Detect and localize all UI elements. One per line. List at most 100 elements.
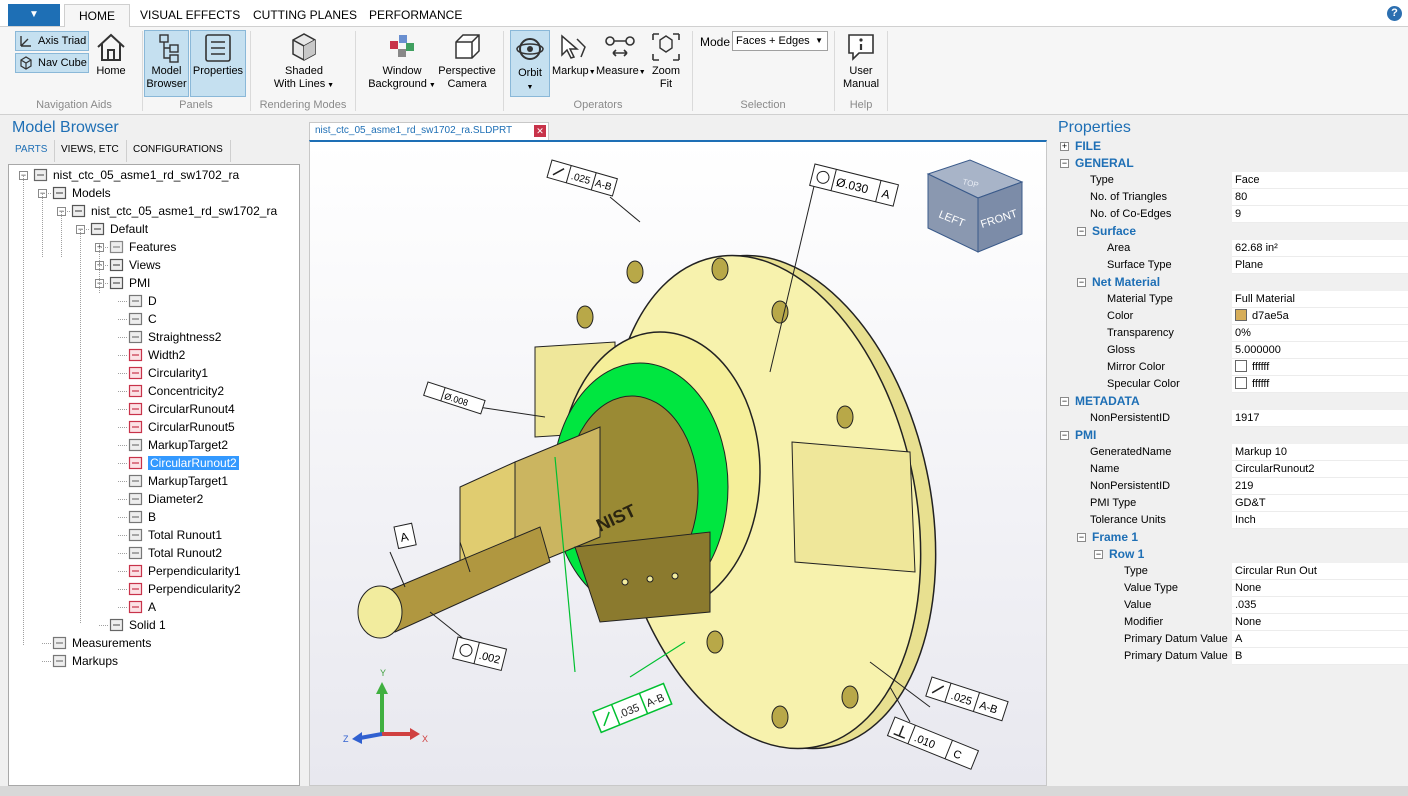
property-value[interactable]: 0% xyxy=(1232,325,1408,342)
document-tab[interactable]: nist_ctc_05_asme1_rd_sw1702_ra.SLDPRT ✕ xyxy=(309,122,549,140)
3d-viewport[interactable]: NIST .025 A-B Ø.030 A Ø.008 A .002 .035 … xyxy=(309,140,1047,786)
property-section[interactable]: − METADATA xyxy=(1055,393,1408,410)
nav-cube[interactable]: TOP LEFT FRONT xyxy=(926,159,1024,253)
property-value[interactable]: d7ae5a xyxy=(1232,308,1408,325)
model-browser-button[interactable]: Model Browser xyxy=(144,30,189,97)
collapse-icon[interactable]: − xyxy=(1077,227,1086,236)
property-value[interactable]: B xyxy=(1232,648,1408,665)
tree-node[interactable]: CircularRunout2 xyxy=(128,454,239,472)
selection-mode-dropdown[interactable]: Faces + Edges ▼ xyxy=(732,31,828,51)
expand-icon[interactable]: + xyxy=(1060,142,1069,151)
property-section[interactable]: − GENERAL xyxy=(1055,155,1408,172)
tab-visual-effects[interactable]: VISUAL EFFECTS xyxy=(126,4,254,28)
tree-node[interactable]: Markups xyxy=(52,652,118,670)
property-value[interactable]: .035 xyxy=(1232,597,1408,614)
close-icon[interactable]: ✕ xyxy=(534,125,546,137)
help-icon[interactable]: ? xyxy=(1387,6,1402,21)
fcf-circularity[interactable]: .002 xyxy=(452,636,508,672)
tree-node[interactable]: Straightness2 xyxy=(128,328,221,346)
window-background-button[interactable]: Window Background ▼ xyxy=(368,31,436,92)
tab-home[interactable]: HOME xyxy=(64,4,130,28)
tree-node[interactable]: Perpendicularity1 xyxy=(128,562,241,580)
orbit-button[interactable]: Orbit ▼ xyxy=(510,30,550,97)
property-value[interactable]: Circular Run Out xyxy=(1232,563,1408,580)
tree-node[interactable]: Concentricity2 xyxy=(128,382,224,400)
tab-performance[interactable]: PERFORMANCE xyxy=(355,4,476,28)
property-value[interactable]: GD&T xyxy=(1232,495,1408,512)
property-section[interactable]: + FILE xyxy=(1055,138,1408,155)
fcf-perpendicularity[interactable]: .010 C xyxy=(886,716,980,770)
property-value[interactable]: ffffff xyxy=(1232,376,1408,393)
collapse-icon[interactable]: − xyxy=(1060,397,1069,406)
tree-node[interactable]: C xyxy=(128,310,157,328)
property-section[interactable]: − PMI xyxy=(1055,427,1408,444)
property-section[interactable]: − Frame 1 xyxy=(1055,529,1408,546)
tree-node[interactable]: PMI xyxy=(109,274,150,292)
app-menu-button[interactable]: ▼ xyxy=(8,4,60,26)
tree-node[interactable]: D xyxy=(128,292,157,310)
property-section[interactable]: − Net Material xyxy=(1055,274,1408,291)
tree-node[interactable]: Views xyxy=(109,256,161,274)
tree-node[interactable]: MarkupTarget1 xyxy=(128,472,228,490)
tree-node[interactable]: nist_ctc_05_asme1_rd_sw1702_ra xyxy=(33,166,239,184)
tab-cutting-planes[interactable]: CUTTING PLANES xyxy=(239,4,371,28)
fcf-top-left[interactable]: .025 A-B xyxy=(546,159,618,197)
tab-parts[interactable]: PARTS xyxy=(8,140,56,162)
model-canvas[interactable]: NIST .025 A-B Ø.030 A Ø.008 A .002 .035 … xyxy=(310,142,1047,786)
property-value[interactable]: 9 xyxy=(1232,206,1408,223)
collapse-icon[interactable]: − xyxy=(1077,278,1086,287)
shaded-with-lines-button[interactable]: Shaded With Lines ▼ xyxy=(266,31,342,92)
fcf-straightness[interactable]: Ø.008 xyxy=(423,381,486,415)
property-section[interactable]: − Row 1 xyxy=(1055,546,1408,563)
fcf-top-diameter[interactable]: Ø.030 A xyxy=(809,163,900,207)
tree-node[interactable]: B xyxy=(128,508,156,526)
property-value[interactable]: CircularRunout2 xyxy=(1232,461,1408,478)
home-button[interactable]: Home xyxy=(93,31,129,78)
markup-button[interactable]: Markup▼ xyxy=(552,31,596,79)
tree-node[interactable]: CircularRunout4 xyxy=(128,400,235,418)
collapse-icon[interactable]: − xyxy=(1094,550,1103,559)
property-value[interactable]: None xyxy=(1232,580,1408,597)
property-value[interactable]: Markup 10 xyxy=(1232,444,1408,461)
tree-node[interactable]: Features xyxy=(109,238,176,256)
property-value[interactable]: ffffff xyxy=(1232,359,1408,376)
property-value[interactable]: 5.000000 xyxy=(1232,342,1408,359)
axis-triad-button[interactable]: Axis Triad xyxy=(15,31,89,51)
perspective-camera-button[interactable]: Perspective Camera xyxy=(436,31,498,91)
collapse-icon[interactable]: − xyxy=(1060,431,1069,440)
properties-button[interactable]: Properties xyxy=(190,30,246,97)
property-value[interactable]: 219 xyxy=(1232,478,1408,495)
tree-node[interactable]: Models xyxy=(52,184,111,202)
tree-node[interactable]: MarkupTarget2 xyxy=(128,436,228,454)
property-section[interactable]: − Surface xyxy=(1055,223,1408,240)
user-manual-button[interactable]: User Manual xyxy=(838,31,884,91)
tree-node[interactable]: Circularity1 xyxy=(128,364,208,382)
tree-node[interactable]: Width2 xyxy=(128,346,185,364)
tree-node[interactable]: A xyxy=(128,598,156,616)
tree-node[interactable]: CircularRunout5 xyxy=(128,418,235,436)
tree-node[interactable]: nist_ctc_05_asme1_rd_sw1702_ra xyxy=(71,202,277,220)
collapse-icon[interactable]: − xyxy=(1077,533,1086,542)
tree-node[interactable]: Default xyxy=(90,220,148,238)
fcf-circular-runout-selected[interactable]: .035 A-B xyxy=(592,682,673,734)
measure-button[interactable]: Measure▼ xyxy=(596,31,646,79)
property-value[interactable]: 80 xyxy=(1232,189,1408,206)
tree-node[interactable]: Perpendicularity2 xyxy=(128,580,241,598)
fcf-right[interactable]: .025 A-B xyxy=(925,676,1009,722)
datum-a-flag[interactable]: A xyxy=(393,522,417,550)
zoom-fit-button[interactable]: Zoom Fit xyxy=(646,31,686,91)
property-value[interactable]: A xyxy=(1232,631,1408,648)
tree-node[interactable]: Total Runout1 xyxy=(128,526,222,544)
collapse-icon[interactable]: − xyxy=(1060,159,1069,168)
tree-node[interactable]: Diameter2 xyxy=(128,490,203,508)
tree-node[interactable]: Measurements xyxy=(52,634,151,652)
tree-node[interactable]: Total Runout2 xyxy=(128,544,222,562)
property-value[interactable]: 1917 xyxy=(1232,410,1408,427)
tab-configurations[interactable]: CONFIGURATIONS xyxy=(126,140,231,162)
property-value[interactable]: Face xyxy=(1232,172,1408,189)
property-value[interactable]: Full Material xyxy=(1232,291,1408,308)
tab-views-etc[interactable]: VIEWS, ETC xyxy=(54,140,127,162)
property-value[interactable]: None xyxy=(1232,614,1408,631)
property-value[interactable]: Inch xyxy=(1232,512,1408,529)
nav-cube-button[interactable]: Nav Cube xyxy=(15,53,89,73)
